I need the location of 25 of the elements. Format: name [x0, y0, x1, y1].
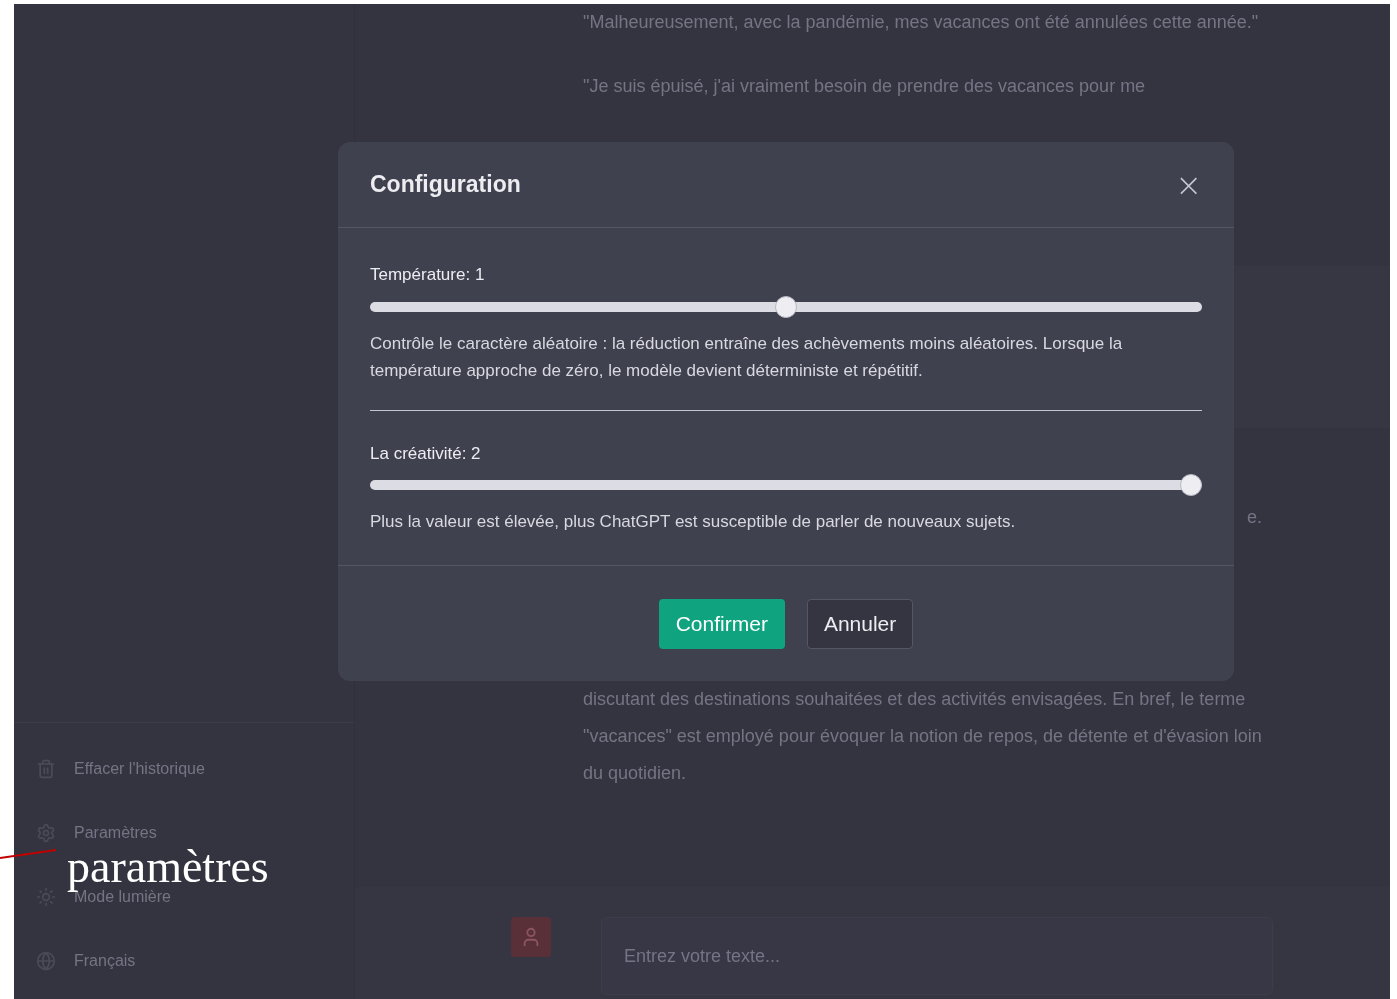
sun-icon: [36, 887, 56, 907]
chat-paragraph: "Je suis épuisé, j'ai vraiment besoin de prendre des vacances pour me: [583, 75, 1147, 98]
setting-description: Contrôle le caractère aléatoire : la réduction entraîne des achèvements moins aléatoires. Lorsque la température approche de zéro, le modèle devient déterministe et répétitif.: [370, 332, 1124, 382]
cancel-button[interactable]: Annuler: [806, 598, 914, 649]
setting-label: La créativité: 2: [370, 442, 482, 465]
slider-thumb[interactable]: [775, 295, 797, 318]
message-input[interactable]: Entrez votre texte...: [601, 917, 1273, 995]
slider-thumb[interactable]: [1180, 474, 1202, 496]
chat-text-fragment: e.: [1247, 506, 1262, 529]
slider[interactable]: [370, 474, 1202, 496]
trash-icon: [36, 759, 56, 779]
slider[interactable]: [370, 295, 1202, 318]
chat-paragraph: discutant des destinations souhaitées et des activités envisagées. En bref, le terme "vacances" est employé pour évoquer la notion de repos, de détente et d'évasion loin du quotidien.: [583, 688, 1263, 785]
settings-icon: [36, 823, 56, 843]
sidebar-item[interactable]: Effacer l'historique: [74, 757, 205, 781]
close-button[interactable]: ×: [1175, 168, 1202, 201]
chat-paragraph: "Malheureusement, avec la pandémie, mes vacances ont été annulées cette année.": [583, 11, 1260, 34]
sidebar-item[interactable]: Français: [74, 949, 136, 973]
setting-label: Température: 1: [370, 264, 486, 286]
globe-icon: [36, 951, 56, 971]
dialog-title: Configuration: [370, 170, 521, 200]
leader-line: [0, 848, 56, 860]
sidebar-item[interactable]: Paramètres: [74, 821, 157, 845]
confirm-button[interactable]: Confirmer: [658, 598, 785, 649]
setting-description: Plus la valeur est élevée, plus ChatGPT est susceptible de parler de nouveaux sujets.: [370, 511, 1017, 533]
